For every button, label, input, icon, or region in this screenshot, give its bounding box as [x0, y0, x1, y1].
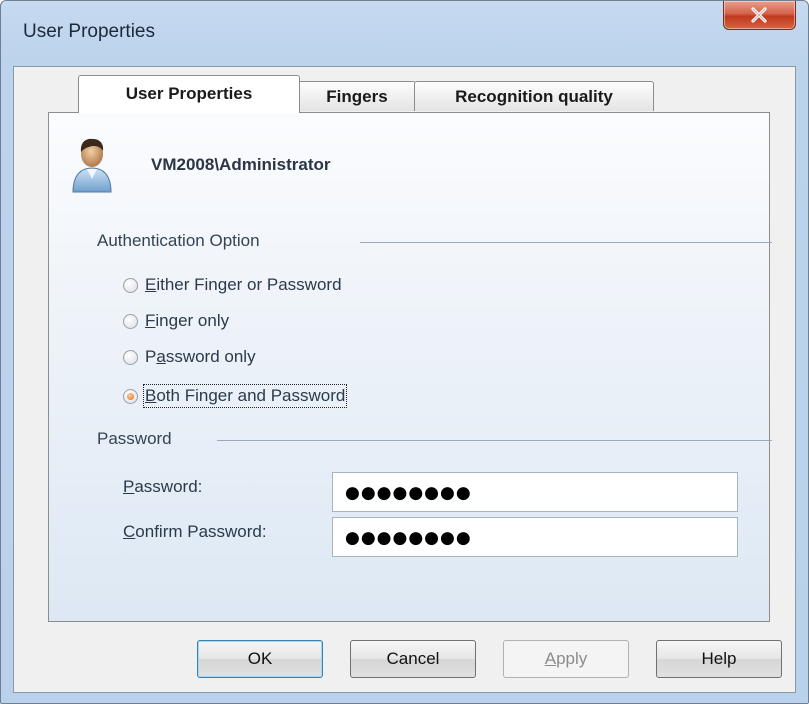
password-label: Password: — [123, 477, 203, 496]
help-button[interactable]: Help — [656, 640, 782, 678]
apply-button[interactable]: Apply — [503, 640, 629, 678]
radio-button[interactable] — [123, 350, 138, 365]
radio-label: Finger only — [145, 311, 230, 330]
authentication-divider — [360, 242, 772, 243]
dialog-client-area: User Properties Fingers Recognition qual… — [13, 66, 796, 693]
close-button[interactable] — [723, 1, 796, 30]
window-title: User Properties — [23, 21, 155, 42]
cancel-button[interactable]: Cancel — [350, 640, 476, 678]
authentication-group-label: Authentication Option — [97, 231, 260, 250]
password-input[interactable]: ●●●●●●●● — [332, 472, 738, 512]
radio-label: Both Finger and Password — [142, 384, 348, 408]
radio-label: Either Finger or Password — [145, 275, 342, 294]
password-divider — [217, 440, 772, 441]
tab-label: User Properties — [125, 84, 253, 103]
tab-label: Recognition quality — [455, 87, 613, 106]
radio-button[interactable] — [123, 278, 138, 293]
user-properties-panel: VM2008\Administrator Authentication Opti… — [48, 112, 772, 622]
user-name: VM2008\Administrator — [151, 155, 331, 174]
confirm-password-input[interactable]: ●●●●●●●● — [332, 517, 738, 557]
user-avatar-icon — [72, 138, 112, 193]
password-group-label: Password — [97, 429, 172, 448]
close-x-icon — [751, 7, 767, 23]
dialog-window: User Properties User Properties Fingers … — [0, 0, 809, 704]
title-bar[interactable]: User Properties — [1, 1, 808, 69]
tab-label: Fingers — [326, 87, 388, 106]
ok-button[interactable]: OK — [197, 640, 323, 678]
tab-fingers[interactable]: Fingers — [298, 81, 416, 111]
tab-recognition-quality[interactable]: Recognition quality — [414, 81, 654, 111]
radio-button-checked[interactable] — [123, 389, 138, 404]
tab-user-properties[interactable]: User Properties — [78, 75, 300, 113]
radio-button[interactable] — [123, 314, 138, 329]
confirm-password-label: Confirm Password: — [123, 522, 267, 541]
radio-label: Password only — [145, 347, 256, 366]
